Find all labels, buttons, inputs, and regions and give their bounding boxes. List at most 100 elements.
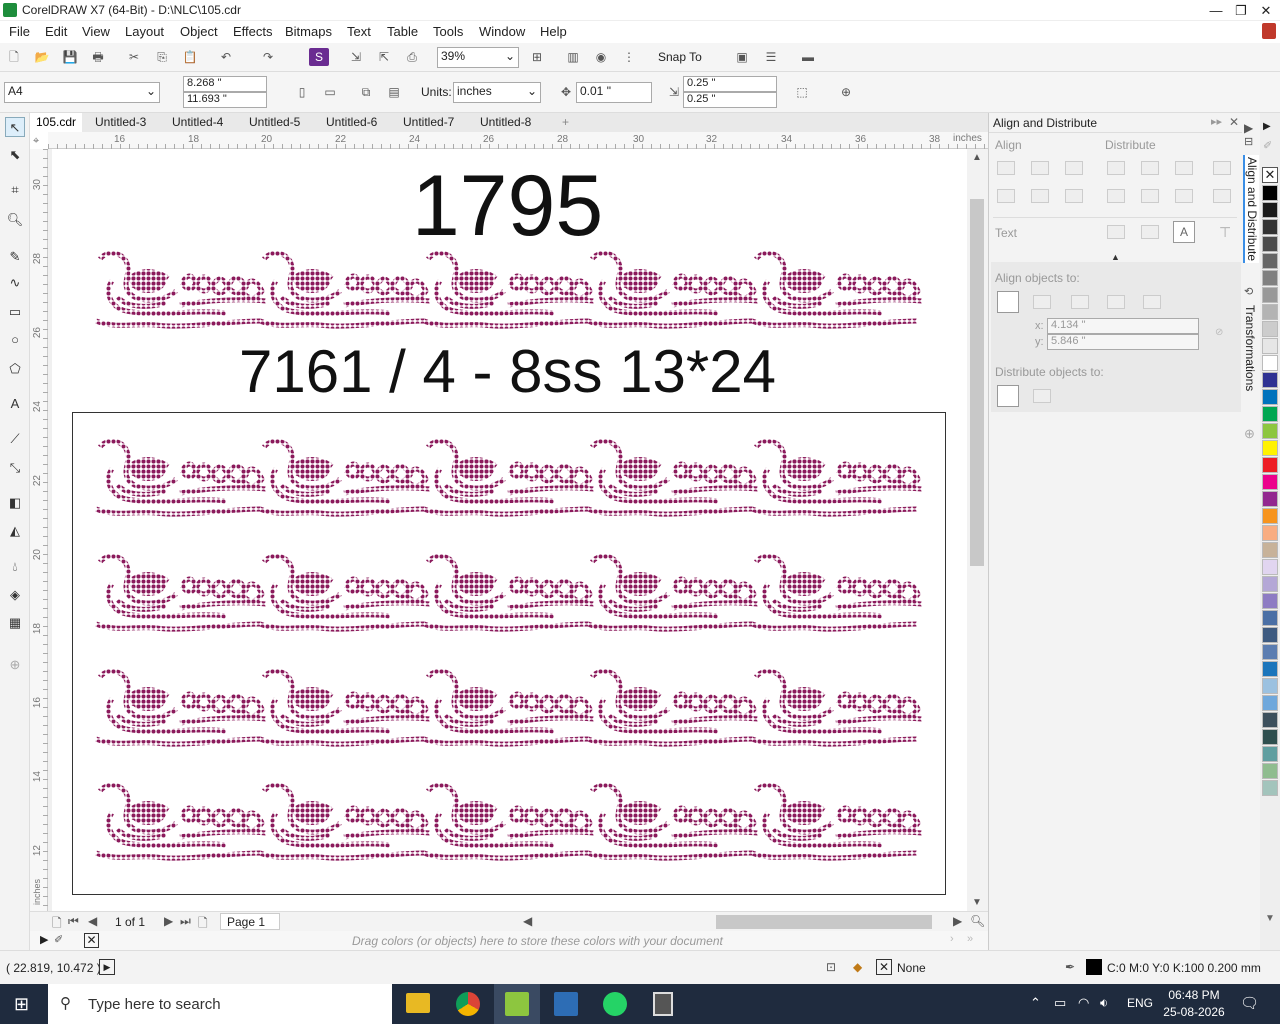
- maximize-button[interactable]: ❐: [1229, 0, 1253, 21]
- menu-tools[interactable]: Tools: [433, 24, 463, 39]
- palette-eyedropper-icon[interactable]: ✐: [1263, 139, 1272, 152]
- color-swatch[interactable]: [1262, 661, 1278, 677]
- connector-tool-icon[interactable]: ⤡: [5, 458, 25, 478]
- menu-edit[interactable]: Edit: [45, 24, 67, 39]
- docker-tab-transformations[interactable]: Transformations: [1243, 305, 1257, 391]
- color-swatch[interactable]: [1262, 287, 1278, 303]
- color-swatch[interactable]: [1262, 474, 1278, 490]
- color-swatch[interactable]: [1262, 321, 1278, 337]
- color-swatch[interactable]: [1262, 491, 1278, 507]
- coreldraw-taskbar-active[interactable]: [494, 984, 540, 1024]
- text-last-baseline-icon[interactable]: [1141, 225, 1159, 239]
- align-center-h-icon[interactable]: [1031, 161, 1049, 175]
- palette-scroll-icon[interactable]: ›: [950, 933, 954, 945]
- menu-help[interactable]: Help: [540, 24, 567, 39]
- color-swatch[interactable]: [1262, 763, 1278, 779]
- palette-scroll-down-icon[interactable]: ▼: [1265, 913, 1275, 924]
- copy-icon[interactable]: ⎘: [152, 48, 172, 66]
- align-bottom-icon[interactable]: [1065, 189, 1083, 203]
- distribute-center-icon[interactable]: [1141, 161, 1159, 175]
- menu-window[interactable]: Window: [479, 24, 525, 39]
- color-swatch[interactable]: [1262, 695, 1278, 711]
- color-eyedropper-icon[interactable]: 💧︎: [5, 557, 25, 577]
- scroll-right-icon[interactable]: ▶: [1244, 121, 1253, 135]
- pick-tool-icon[interactable]: ↖: [5, 117, 25, 137]
- rectangle-tool-icon[interactable]: ▭: [5, 302, 25, 322]
- y-position-field[interactable]: 5.846 ": [1047, 334, 1199, 350]
- minimize-button[interactable]: —: [1204, 0, 1228, 21]
- tab-untitled-6[interactable]: Untitled-6: [320, 113, 383, 132]
- all-pages-icon[interactable]: ⧉: [356, 83, 376, 101]
- color-swatch[interactable]: [1262, 780, 1278, 796]
- treat-as-filled-icon[interactable]: ⬚: [792, 83, 812, 101]
- open-icon[interactable]: 📂: [32, 48, 52, 66]
- options-icon[interactable]: ☰: [761, 48, 781, 66]
- color-swatch[interactable]: [1262, 185, 1278, 201]
- crop-tool-icon[interactable]: ⌗: [5, 180, 25, 200]
- scroll-left-icon[interactable]: ◀: [523, 914, 532, 928]
- publish-pdf-icon[interactable]: ⎙: [402, 48, 422, 66]
- scroll-thumb[interactable]: [970, 199, 984, 566]
- color-swatch[interactable]: [1262, 712, 1278, 728]
- chevron-up-icon[interactable]: ⌃: [1030, 995, 1041, 1011]
- first-page-icon[interactable]: ⏮: [68, 914, 79, 929]
- next-page-icon[interactable]: ▶: [164, 914, 173, 928]
- color-swatch[interactable]: [1262, 508, 1278, 524]
- text-first-baseline-icon[interactable]: [1107, 225, 1125, 239]
- color-swatch[interactable]: [1262, 576, 1278, 592]
- last-page-icon[interactable]: ⏭: [180, 914, 191, 929]
- interactive-fill-icon[interactable]: ◈: [5, 585, 25, 605]
- text-bounding-box-icon[interactable]: A: [1173, 221, 1195, 243]
- units-select[interactable]: inches ⌄: [453, 82, 541, 103]
- text-outline-icon[interactable]: ⊤: [1219, 224, 1231, 241]
- distribute-left-icon[interactable]: [1107, 161, 1125, 175]
- taskbar-search-box[interactable]: ⚲ Type here to search: [48, 984, 392, 1024]
- color-swatch[interactable]: [1262, 202, 1278, 218]
- corel-connect-icon[interactable]: [1262, 23, 1276, 39]
- portrait-icon[interactable]: ▯: [292, 83, 312, 101]
- zoom-level-select[interactable]: 39% ⌄: [437, 47, 519, 68]
- save-icon[interactable]: 💾: [60, 48, 80, 66]
- color-swatch[interactable]: [1262, 525, 1278, 541]
- tab-untitled-3[interactable]: Untitled-3: [89, 113, 152, 132]
- color-swatch[interactable]: [1262, 372, 1278, 388]
- document-app-icon[interactable]: [554, 992, 578, 1016]
- ruler-origin-icon[interactable]: ⌖: [33, 135, 39, 148]
- menu-object[interactable]: Object: [180, 24, 218, 39]
- zoom-navigator-icon[interactable]: 🔍︎: [970, 914, 985, 928]
- tab-untitled-5[interactable]: Untitled-5: [243, 113, 306, 132]
- align-to-page-center-icon[interactable]: [1071, 295, 1089, 309]
- palette-expand-icon[interactable]: ▶: [40, 933, 48, 946]
- welcome-screen-icon[interactable]: ▣: [732, 48, 752, 66]
- drop-shadow-tool-icon[interactable]: ◧: [5, 493, 25, 513]
- file-explorer-icon[interactable]: [406, 993, 430, 1013]
- zoom-page-icon[interactable]: ⊞: [527, 48, 547, 66]
- add-docker-icon[interactable]: ⊕: [1244, 426, 1255, 442]
- menu-table[interactable]: Table: [387, 24, 418, 39]
- lock-ratio-icon[interactable]: ⊘: [1215, 327, 1223, 338]
- show-rulers-icon[interactable]: ▥: [563, 48, 583, 66]
- no-color-swatch[interactable]: ✕: [84, 933, 99, 948]
- shape-tool-icon[interactable]: ⬉: [5, 145, 25, 165]
- full-screen-preview-icon[interactable]: ◉: [591, 48, 611, 66]
- cut-icon[interactable]: ✂: [124, 48, 144, 66]
- palette-scroll-end-icon[interactable]: »: [967, 933, 973, 945]
- color-swatch[interactable]: [1262, 338, 1278, 354]
- duplicate-x-field[interactable]: 0.25 ": [683, 76, 777, 92]
- section-collapse-icon[interactable]: ▲: [1111, 252, 1120, 262]
- scroll-up-icon[interactable]: ▲: [972, 152, 982, 163]
- align-right-icon[interactable]: [1065, 161, 1083, 175]
- clock-date[interactable]: 25-08-2026: [1160, 1005, 1228, 1019]
- language-indicator[interactable]: ENG: [1127, 996, 1153, 1010]
- horizontal-scroll-thumb[interactable]: [716, 915, 932, 929]
- color-swatch[interactable]: [1262, 270, 1278, 286]
- search-content-icon[interactable]: S: [309, 48, 329, 66]
- close-button[interactable]: ✕: [1254, 0, 1278, 21]
- align-to-active-objects-icon[interactable]: [997, 291, 1019, 313]
- outline-pen-icon[interactable]: ✒: [1065, 960, 1075, 974]
- artistic-media-icon[interactable]: ∿: [5, 273, 25, 293]
- calculator-icon[interactable]: [653, 992, 673, 1016]
- volume-icon[interactable]: 🔉︎: [1100, 995, 1108, 1011]
- color-swatch[interactable]: [1262, 559, 1278, 575]
- align-to-grid-icon[interactable]: [1107, 295, 1125, 309]
